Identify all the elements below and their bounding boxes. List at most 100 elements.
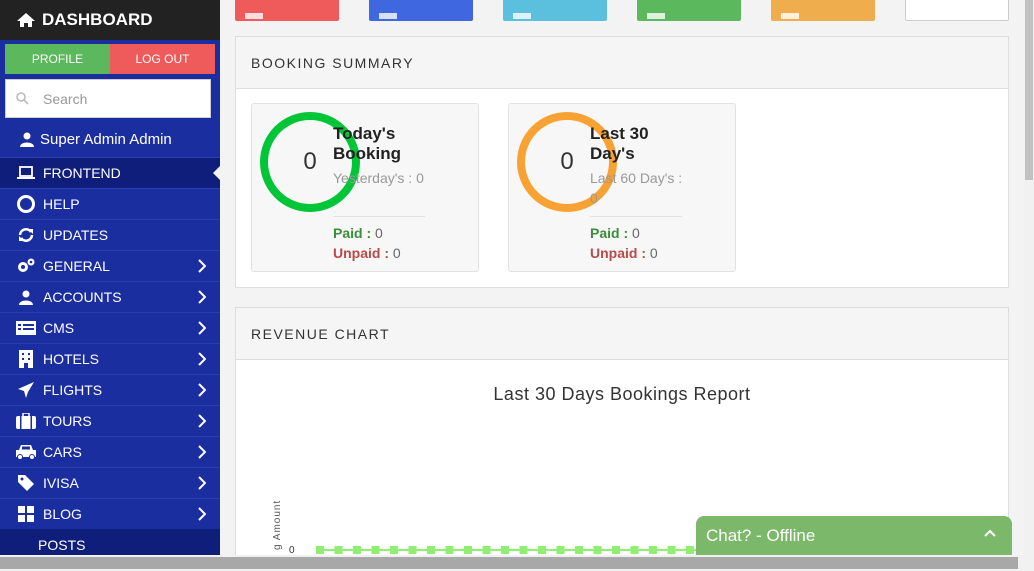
button-icon [245, 13, 263, 19]
list-icon [15, 319, 37, 337]
sidebar-subitem-posts[interactable]: POSTS [0, 529, 220, 555]
chevron-right-icon [198, 476, 206, 490]
logout-button[interactable]: LOG OUT [110, 44, 215, 74]
last-30-days-card: 0 Last 30 Day's Last 60 Day's : 0 Paid :… [508, 103, 736, 272]
card-title: Last 30 Day's [590, 124, 649, 163]
current-user[interactable]: Super Admin Admin [0, 121, 220, 157]
chevron-right-icon [198, 321, 206, 335]
user-icon [15, 288, 37, 306]
top-action-button-1[interactable] [235, 0, 339, 21]
booking-summary-heading: BOOKING SUMMARY [236, 37, 1008, 89]
revenue-chart-heading: REVENUE CHART [236, 308, 1008, 360]
top-action-button-5[interactable] [771, 0, 875, 21]
data-point [371, 546, 380, 554]
search-icon [16, 92, 29, 105]
unpaid-label: Unpaid : [333, 245, 389, 261]
data-point [316, 546, 324, 554]
y-axis-label: g Amount [272, 500, 283, 550]
chevron-right-icon [198, 352, 206, 366]
data-point [408, 546, 417, 554]
top-action-button-blog[interactable] [637, 0, 741, 21]
car-icon [15, 443, 37, 461]
top-action-button-2[interactable] [369, 0, 473, 21]
life-ring-icon [15, 195, 37, 213]
sidebar-item-general[interactable]: GENERAL [0, 250, 220, 281]
chat-label: Chat? - Offline [706, 525, 816, 545]
sidebar-item-label: UPDATES [43, 227, 109, 243]
suitcase-icon [15, 412, 37, 430]
data-point [445, 546, 454, 554]
data-point [334, 546, 343, 554]
data-point [519, 546, 528, 554]
sidebar-item-cms[interactable]: CMS [0, 312, 220, 343]
dashboard-link[interactable]: DASHBOARD [0, 0, 220, 40]
chat-widget[interactable]: Chat? - Offline [696, 516, 1012, 555]
sidebar-item-tours[interactable]: TOURS [0, 405, 220, 436]
sidebar-item-hotels[interactable]: HOTELS [0, 343, 220, 374]
sidebar-item-label: ACCOUNTS [43, 289, 122, 305]
sidebar-item-frontend[interactable]: FRONTEND [0, 157, 220, 188]
sidebar-item-blog[interactable]: BLOG [0, 498, 220, 529]
horizontal-scrollbar[interactable] [0, 555, 1034, 571]
data-point [575, 546, 583, 554]
laptop-icon [15, 164, 37, 182]
data-point [464, 546, 472, 554]
sidebar-item-label: CMS [43, 320, 75, 336]
booking-summary-panel: BOOKING SUMMARY 0 Today's Booking Yester… [235, 36, 1009, 288]
top-action-button-3[interactable] [503, 0, 607, 21]
sidebar-item-label: HOTELS [43, 351, 100, 367]
sidebar-item-cars[interactable]: CARS [0, 436, 220, 467]
data-point [390, 546, 398, 554]
chevron-right-icon [198, 445, 206, 459]
button-icon [379, 13, 397, 19]
sidebar-item-updates[interactable]: UPDATES [0, 219, 220, 250]
data-point [353, 546, 361, 554]
divider [333, 216, 425, 217]
booking-count: 0 [303, 148, 317, 175]
top-action-button-6[interactable] [905, 0, 1009, 21]
data-point [482, 546, 491, 554]
scrollbar-thumb[interactable] [1025, 0, 1033, 180]
data-point [686, 546, 694, 554]
user-icon [20, 132, 34, 147]
data-point [556, 546, 565, 554]
sidebar-item-label: TOURS [43, 413, 92, 429]
data-point [612, 546, 620, 554]
unpaid-value: 0 [649, 245, 658, 261]
profile-button[interactable]: PROFILE [5, 44, 110, 74]
plane-icon [15, 381, 37, 399]
sidebar-item-accounts[interactable]: ACCOUNTS [0, 281, 220, 312]
chevron-up-icon[interactable] [984, 529, 996, 537]
home-icon [17, 13, 35, 27]
button-icon [781, 13, 799, 19]
button-icon [647, 13, 665, 19]
vertical-scrollbar[interactable] [1024, 0, 1034, 555]
chevron-right-icon [198, 507, 206, 521]
auth-buttons: PROFILE LOG OUT [0, 40, 220, 74]
paid-value: 0 [375, 225, 383, 241]
search-box [5, 79, 211, 118]
todays-booking-card: 0 Today's Booking Yesterday's : 0 Paid :… [251, 103, 479, 272]
paid-label: Paid : [590, 225, 629, 241]
gears-icon [15, 257, 37, 275]
sidebar-item-ivisa[interactable]: IVISA [0, 467, 220, 498]
sidebar-item-label: CARS [43, 444, 82, 460]
card-subtitle: Last 60 Day's : 0 [590, 170, 683, 206]
paid-line: Paid : 0 [333, 225, 383, 241]
data-point [538, 546, 546, 554]
paid-line: Paid : 0 [590, 225, 640, 241]
data-point [667, 546, 676, 554]
data-point [427, 546, 435, 554]
search-input[interactable] [43, 90, 183, 107]
button-icon [513, 13, 531, 19]
unpaid-line: Unpaid : 0 [333, 245, 401, 261]
tag-icon [15, 474, 37, 492]
data-point [630, 546, 639, 554]
sidebar-item-help[interactable]: HELP [0, 188, 220, 219]
sidebar-item-flights[interactable]: FLIGHTS [0, 374, 220, 405]
chevron-right-icon [198, 259, 206, 273]
scrollbar-thumb[interactable] [0, 557, 1018, 569]
card-title: Today's Booking [333, 124, 401, 163]
sidebar-item-label: FLIGHTS [43, 382, 103, 398]
chevron-right-icon [198, 290, 206, 304]
